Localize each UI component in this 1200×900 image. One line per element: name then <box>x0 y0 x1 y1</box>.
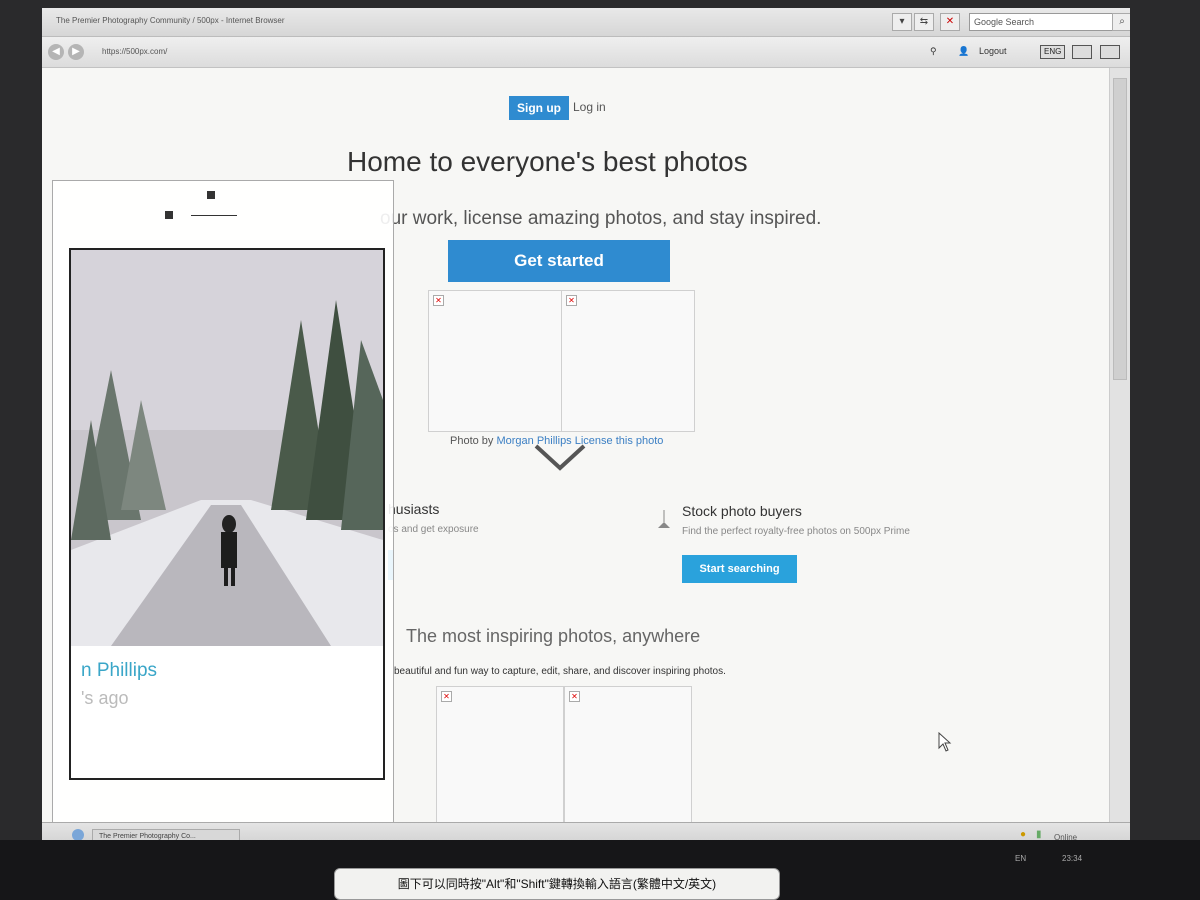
photo-time-ago: 's ago <box>81 688 129 708</box>
browser-nav-bar: ◀ ▶ https://500px.com/ ⚲ 👤 Logout ENG <box>42 37 1130 68</box>
inspiring-title: The most inspiring photos, anywhere <box>406 626 701 646</box>
audience-enthusiasts-subtitle: os and get exposure <box>388 524 479 535</box>
hero-title: Home to everyone's best photos <box>347 146 748 177</box>
scrollbar-thumb[interactable] <box>1113 78 1127 380</box>
license-photo-link[interactable]: License this photo <box>575 435 664 447</box>
address-bar[interactable]: https://500px.com/ <box>102 45 322 59</box>
window-title: The Premier Photography Community / 500p… <box>56 16 285 25</box>
language-button[interactable]: ENG <box>1040 45 1066 59</box>
back-button[interactable]: ◀ <box>48 44 64 60</box>
credit-prefix: Photo by <box>450 435 494 447</box>
refresh-icon[interactable]: ⇆ <box>914 13 934 31</box>
user-icon[interactable]: ⚲ <box>930 46 937 57</box>
scroll-down-chevron-icon[interactable] <box>532 440 588 474</box>
window-title-bar: The Premier Photography Community / 500p… <box>42 8 1130 37</box>
overlay-dot-icon <box>207 191 215 199</box>
audience-buyers-title: Stock photo buyers <box>682 503 802 519</box>
web-page: Sign up Log in Home to everyone's best p… <box>42 68 1110 822</box>
audience-buyers-subtitle: Find the perfect royalty-free photos on … <box>682 526 910 537</box>
network-icon: ▮ <box>1036 829 1042 840</box>
snow-road-photo <box>71 250 383 646</box>
broken-image-2: ✕ <box>561 290 695 432</box>
mouse-cursor-icon <box>938 732 952 752</box>
instruction-sticker: 圖下可以同時按"Alt"和"Shift"鍵轉換輸入語言(繁體中文/英文) <box>334 868 780 900</box>
broken-image-4: ✕ <box>564 686 692 822</box>
settings-icon[interactable] <box>1100 45 1120 59</box>
system-clock: 23:34 <box>1062 854 1083 863</box>
start-searching-button[interactable]: Start searching <box>682 555 797 583</box>
login-link[interactable]: Log in <box>573 100 606 114</box>
user-status-icon: ● <box>1020 829 1027 840</box>
overlay-square-icon <box>165 211 173 219</box>
broken-image-1: ✕ <box>428 290 562 432</box>
photo-card[interactable]: n Phillips 's ago <box>69 248 385 780</box>
logout-icon[interactable]: 👤 <box>958 46 969 57</box>
overlay-divider <box>191 215 237 216</box>
broken-image-icon: ✕ <box>569 691 580 702</box>
get-started-button[interactable]: Get started <box>448 240 670 282</box>
search-icon[interactable]: ⌕ <box>1112 13 1130 31</box>
buyer-icon <box>658 510 670 528</box>
close-icon[interactable]: ✕ <box>940 13 960 31</box>
inspiring-subtitle: beautiful and fun way to capture, edit, … <box>394 666 726 677</box>
overlay-window: n Phillips 's ago <box>52 180 394 822</box>
broken-image-icon: ✕ <box>566 295 577 306</box>
photographer-name[interactable]: n Phillips <box>81 660 157 682</box>
broken-image-icon: ✕ <box>441 691 452 702</box>
monitor-screen: The Premier Photography Community / 500p… <box>42 8 1130 848</box>
search-input[interactable]: Google Search <box>969 13 1115 31</box>
signup-button[interactable]: Sign up <box>509 96 569 120</box>
vertical-scrollbar[interactable] <box>1109 68 1130 822</box>
language-indicator: EN <box>1015 854 1027 863</box>
hero-subtitle: our work, license amazing photos, and st… <box>380 208 822 229</box>
logout-link[interactable]: Logout <box>979 46 1007 56</box>
audience-enthusiasts-title: husiasts <box>388 501 440 517</box>
keyboard-icon[interactable] <box>1072 45 1092 59</box>
forward-button[interactable]: ▶ <box>68 44 84 60</box>
broken-image-icon: ✕ <box>433 295 444 306</box>
dropdown-icon[interactable]: ▾ <box>892 13 912 31</box>
broken-image-3: ✕ <box>436 686 564 822</box>
